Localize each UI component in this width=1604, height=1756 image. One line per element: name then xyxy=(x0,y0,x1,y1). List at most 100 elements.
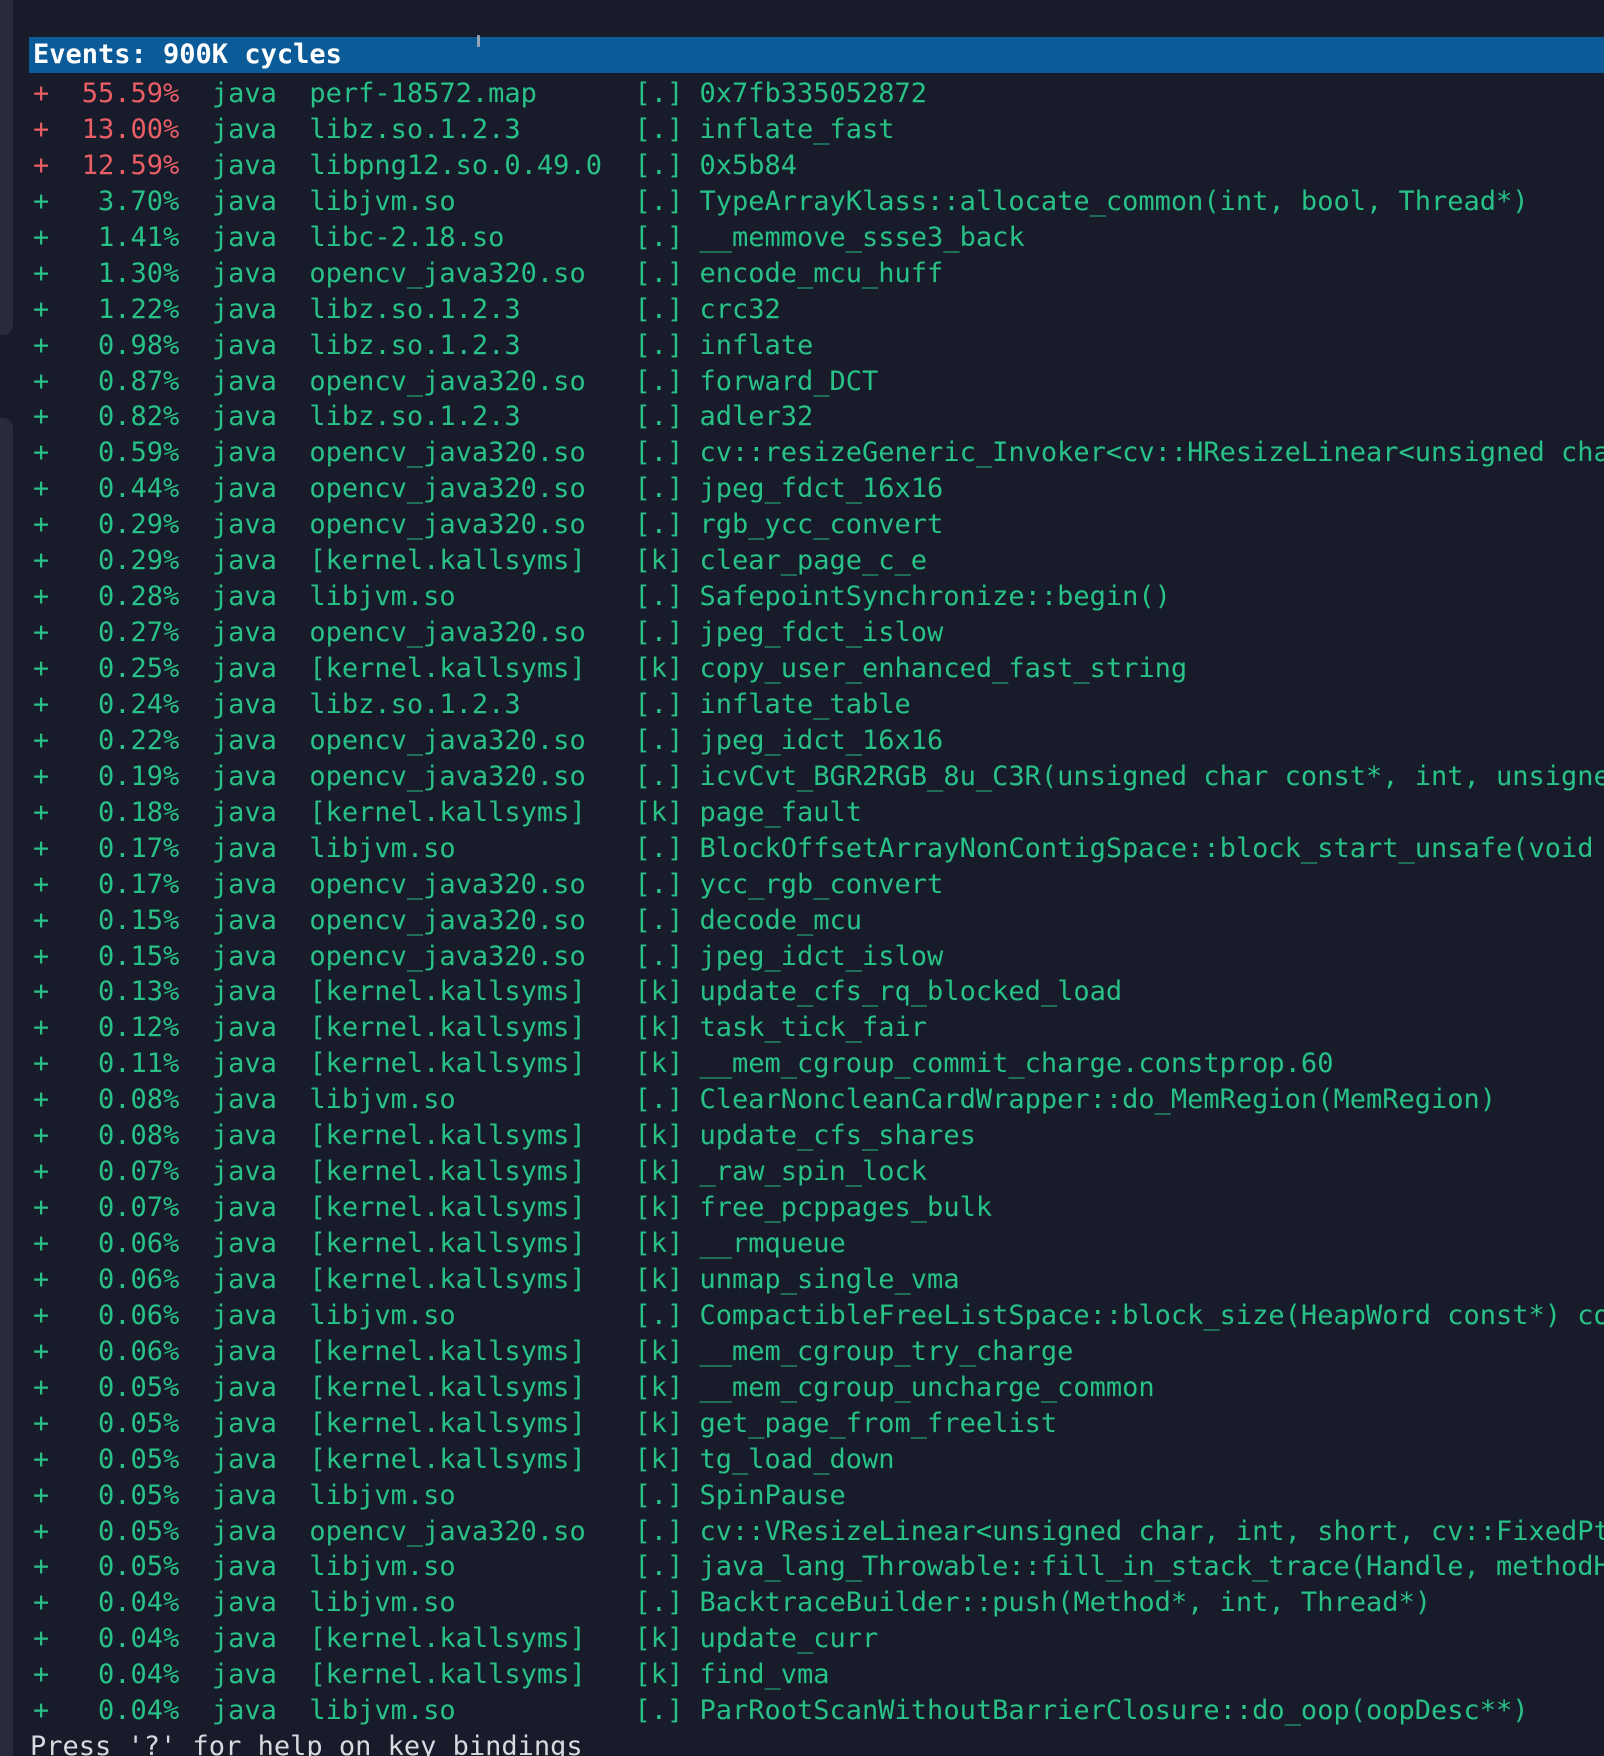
expand-marker[interactable]: + xyxy=(33,330,49,361)
expand-marker[interactable]: + xyxy=(33,617,49,648)
row-detail: java [kernel.kallsyms] [k] unmap_single_… xyxy=(179,1263,960,1295)
perf-row[interactable]: + 0.25% java [kernel.kallsyms] [k] copy_… xyxy=(33,651,1604,687)
expand-marker[interactable]: + xyxy=(33,833,49,864)
perf-row[interactable]: + 0.24% java libz.so.1.2.3 [.] inflate_t… xyxy=(33,687,1604,723)
perf-row[interactable]: + 0.18% java [kernel.kallsyms] [k] page_… xyxy=(33,795,1604,831)
perf-row[interactable]: + 0.29% java opencv_java320.so [.] rgb_y… xyxy=(33,507,1604,543)
expand-marker[interactable]: + xyxy=(33,1516,49,1547)
perf-row[interactable]: + 0.07% java [kernel.kallsyms] [k] _raw_… xyxy=(33,1154,1604,1190)
expand-marker[interactable]: + xyxy=(33,1408,49,1439)
perf-row[interactable]: + 0.04% java [kernel.kallsyms] [k] updat… xyxy=(33,1621,1604,1657)
expand-marker[interactable]: + xyxy=(33,1156,49,1187)
perf-row[interactable]: + 0.05% java [kernel.kallsyms] [k] __mem… xyxy=(33,1370,1604,1406)
expand-marker[interactable]: + xyxy=(33,905,49,936)
perf-row[interactable]: + 0.05% java libjvm.so [.] java_lang_Thr… xyxy=(33,1549,1604,1585)
perf-row[interactable]: + 12.59% java libpng12.so.0.49.0 [.] 0x5… xyxy=(33,148,1604,184)
expand-marker[interactable]: + xyxy=(33,1551,49,1582)
perf-row[interactable]: + 0.17% java libjvm.so [.] BlockOffsetAr… xyxy=(33,831,1604,867)
perf-row[interactable]: + 0.05% java libjvm.so [.] SpinPause xyxy=(33,1478,1604,1514)
expand-marker[interactable]: + xyxy=(33,509,49,540)
perf-row[interactable]: + 0.06% java [kernel.kallsyms] [k] __mem… xyxy=(33,1334,1604,1370)
perf-row[interactable]: + 0.98% java libz.so.1.2.3 [.] inflate xyxy=(33,328,1604,364)
perf-row[interactable]: + 0.06% java [kernel.kallsyms] [k] __rmq… xyxy=(33,1226,1604,1262)
expand-marker[interactable]: + xyxy=(33,1623,49,1654)
expand-marker[interactable]: + xyxy=(33,1084,49,1115)
row-detail: java libjvm.so [.] TypeArrayKlass::alloc… xyxy=(179,185,1529,217)
perf-row[interactable]: + 0.17% java opencv_java320.so [.] ycc_r… xyxy=(33,867,1604,903)
expand-marker[interactable]: + xyxy=(33,1372,49,1403)
expand-marker[interactable]: + xyxy=(33,1300,49,1331)
perf-row[interactable]: + 0.08% java [kernel.kallsyms] [k] updat… xyxy=(33,1118,1604,1154)
perf-row[interactable]: + 0.22% java opencv_java320.so [.] jpeg_… xyxy=(33,723,1604,759)
perf-row[interactable]: + 0.04% java libjvm.so [.] BacktraceBuil… xyxy=(33,1585,1604,1621)
expand-marker[interactable]: + xyxy=(33,150,49,181)
expand-marker[interactable]: + xyxy=(33,1480,49,1511)
overhead-percent: 0.59% xyxy=(49,437,180,469)
expand-marker[interactable]: + xyxy=(33,689,49,720)
expand-marker[interactable]: + xyxy=(33,1587,49,1618)
perf-row[interactable]: + 0.59% java opencv_java320.so [.] cv::r… xyxy=(33,435,1604,471)
expand-marker[interactable]: + xyxy=(33,1264,49,1295)
perf-row[interactable]: + 0.04% java [kernel.kallsyms] [k] find_… xyxy=(33,1657,1604,1693)
perf-row[interactable]: + 1.22% java libz.so.1.2.3 [.] crc32 xyxy=(33,292,1604,328)
perf-row[interactable]: + 0.82% java libz.so.1.2.3 [.] adler32 xyxy=(33,399,1604,435)
expand-marker[interactable]: + xyxy=(33,294,49,325)
expand-marker[interactable]: + xyxy=(33,114,49,145)
perf-row[interactable]: + 0.44% java opencv_java320.so [.] jpeg_… xyxy=(33,471,1604,507)
expand-marker[interactable]: + xyxy=(33,1228,49,1259)
perf-row[interactable]: + 0.05% java [kernel.kallsyms] [k] get_p… xyxy=(33,1406,1604,1442)
perf-row[interactable]: + 0.27% java opencv_java320.so [.] jpeg_… xyxy=(33,615,1604,651)
expand-marker[interactable]: + xyxy=(33,976,49,1007)
perf-row[interactable]: + 0.15% java opencv_java320.so [.] jpeg_… xyxy=(33,939,1604,975)
expand-marker[interactable]: + xyxy=(33,1192,49,1223)
expand-marker[interactable]: + xyxy=(33,1120,49,1151)
expand-marker[interactable]: + xyxy=(33,761,49,792)
perf-row[interactable]: + 3.70% java libjvm.so [.] TypeArrayKlas… xyxy=(33,184,1604,220)
perf-row[interactable]: + 55.59% java perf-18572.map [.] 0x7fb33… xyxy=(33,76,1604,112)
expand-marker[interactable]: + xyxy=(33,797,49,828)
perf-row[interactable]: + 0.12% java [kernel.kallsyms] [k] task_… xyxy=(33,1010,1604,1046)
perf-row[interactable]: + 0.13% java [kernel.kallsyms] [k] updat… xyxy=(33,974,1604,1010)
perf-row[interactable]: + 0.28% java libjvm.so [.] SafepointSync… xyxy=(33,579,1604,615)
expand-marker[interactable]: + xyxy=(33,473,49,504)
perf-row[interactable]: + 1.41% java libc-2.18.so [.] __memmove_… xyxy=(33,220,1604,256)
expand-marker[interactable]: + xyxy=(33,366,49,397)
perf-row[interactable]: + 13.00% java libz.so.1.2.3 [.] inflate_… xyxy=(33,112,1604,148)
events-header-bar[interactable]: Events: 900K cycles xyxy=(29,37,1604,73)
expand-marker[interactable]: + xyxy=(33,258,49,289)
perf-row[interactable]: + 0.19% java opencv_java320.so [.] icvCv… xyxy=(33,759,1604,795)
expand-marker[interactable]: + xyxy=(33,222,49,253)
perf-row[interactable]: + 0.87% java opencv_java320.so [.] forwa… xyxy=(33,364,1604,400)
expand-marker[interactable]: + xyxy=(33,1659,49,1690)
expand-marker[interactable]: + xyxy=(33,653,49,684)
expand-marker[interactable]: + xyxy=(33,1444,49,1475)
expand-marker[interactable]: + xyxy=(33,437,49,468)
perf-row[interactable]: + 1.30% java opencv_java320.so [.] encod… xyxy=(33,256,1604,292)
expand-marker[interactable]: + xyxy=(33,1695,49,1726)
expand-marker[interactable]: + xyxy=(33,401,49,432)
perf-row[interactable]: + 0.15% java opencv_java320.so [.] decod… xyxy=(33,903,1604,939)
perf-row[interactable]: + 0.05% java [kernel.kallsyms] [k] tg_lo… xyxy=(33,1442,1604,1478)
row-detail: java libz.so.1.2.3 [.] adler32 xyxy=(179,401,814,433)
perf-row[interactable]: + 0.29% java [kernel.kallsyms] [k] clear… xyxy=(33,543,1604,579)
expand-marker[interactable]: + xyxy=(33,545,49,576)
perf-row[interactable]: + 0.06% java libjvm.so [.] CompactibleFr… xyxy=(33,1298,1604,1334)
expand-marker[interactable]: + xyxy=(33,941,49,972)
perf-row[interactable]: + 0.08% java libjvm.so [.] ClearNonclean… xyxy=(33,1082,1604,1118)
expand-marker[interactable]: + xyxy=(33,869,49,900)
overhead-percent: 0.05% xyxy=(49,1479,180,1511)
expand-marker[interactable]: + xyxy=(33,1012,49,1043)
perf-row[interactable]: + 0.07% java [kernel.kallsyms] [k] free_… xyxy=(33,1190,1604,1226)
expand-marker[interactable]: + xyxy=(33,1048,49,1079)
row-detail: java [kernel.kallsyms] [k] free_pcppages… xyxy=(179,1192,993,1224)
expand-marker[interactable]: + xyxy=(33,581,49,612)
perf-row[interactable]: + 0.05% java opencv_java320.so [.] cv::V… xyxy=(33,1514,1604,1550)
perf-row[interactable]: + 0.06% java [kernel.kallsyms] [k] unmap… xyxy=(33,1262,1604,1298)
perf-row[interactable]: + 0.04% java libjvm.so [.] ParRootScanWi… xyxy=(33,1693,1604,1729)
left-edge-panel-top xyxy=(0,0,13,335)
expand-marker[interactable]: + xyxy=(33,78,49,109)
perf-row[interactable]: + 0.11% java [kernel.kallsyms] [k] __mem… xyxy=(33,1046,1604,1082)
expand-marker[interactable]: + xyxy=(33,725,49,756)
expand-marker[interactable]: + xyxy=(33,1336,49,1367)
expand-marker[interactable]: + xyxy=(33,186,49,217)
